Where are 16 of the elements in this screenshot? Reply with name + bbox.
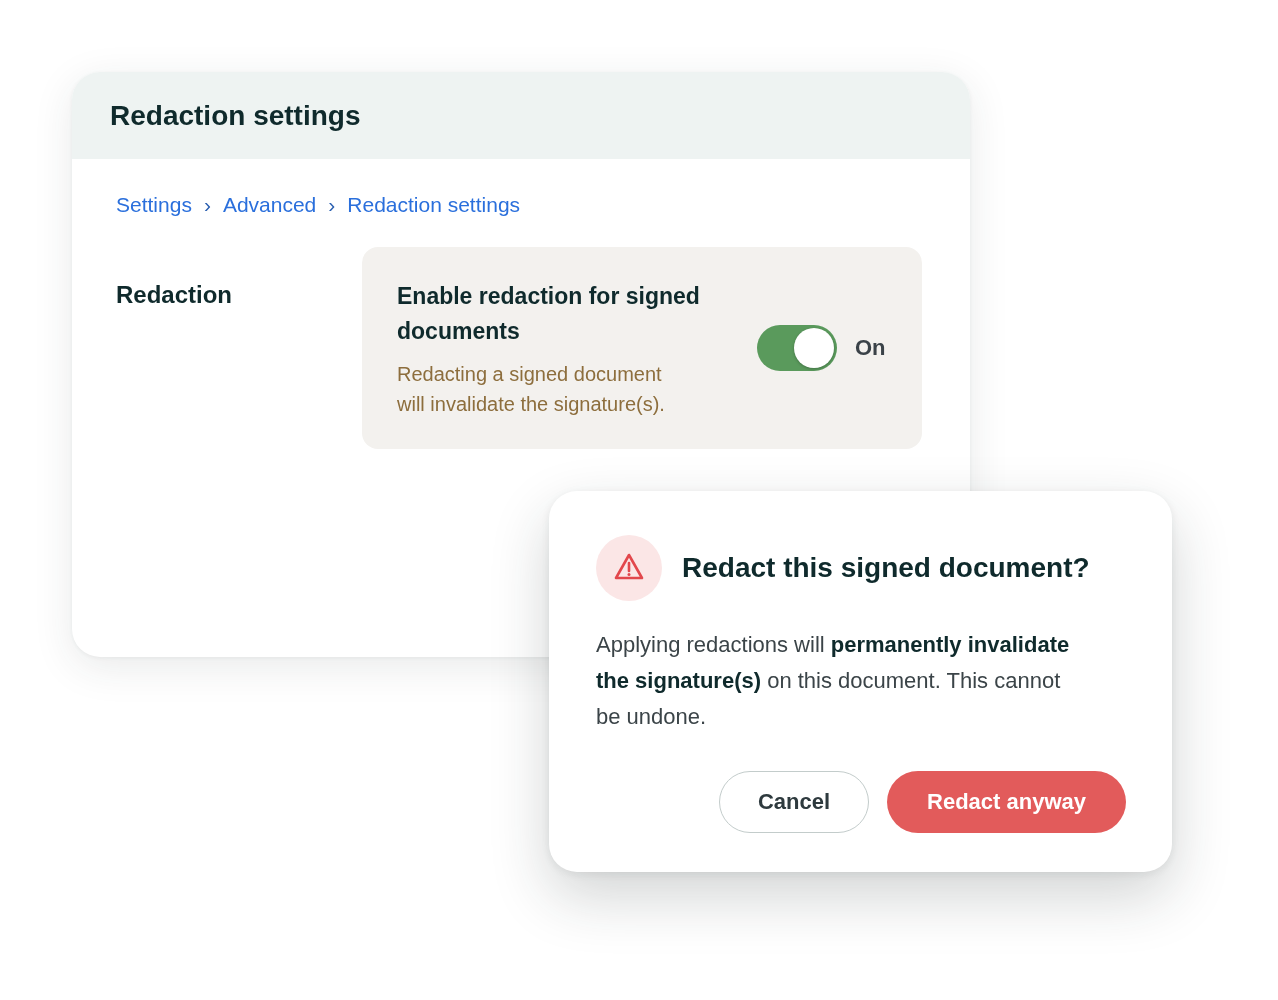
dialog-message: Applying redactions will permanently invalidate the signature(s) on this document. This cannot be undone. [596, 631, 1071, 731]
setting-title: Enable redaction for signed documents [397, 282, 701, 346]
setting-description: Redacting a signed document will invalidate the signature(s). [397, 362, 666, 417]
card-title: Redaction settings [110, 99, 361, 132]
breadcrumb-separator: › [203, 193, 211, 217]
toggle-state-label: On [855, 335, 886, 361]
breadcrumb-link[interactable]: Settings [116, 193, 192, 217]
breadcrumb-link[interactable]: Redaction settings [347, 193, 521, 217]
dialog-title: Redact this signed document? [682, 552, 1090, 584]
section-label: Redaction [116, 281, 233, 309]
warning-icon [596, 535, 662, 601]
breadcrumb-link[interactable]: Advanced [222, 193, 317, 217]
toggle-switch[interactable] [757, 325, 837, 371]
cancel-button[interactable]: Cancel [719, 771, 869, 833]
breadcrumb-separator: › [328, 193, 336, 217]
confirm-button[interactable]: Redact anyway [887, 771, 1126, 833]
